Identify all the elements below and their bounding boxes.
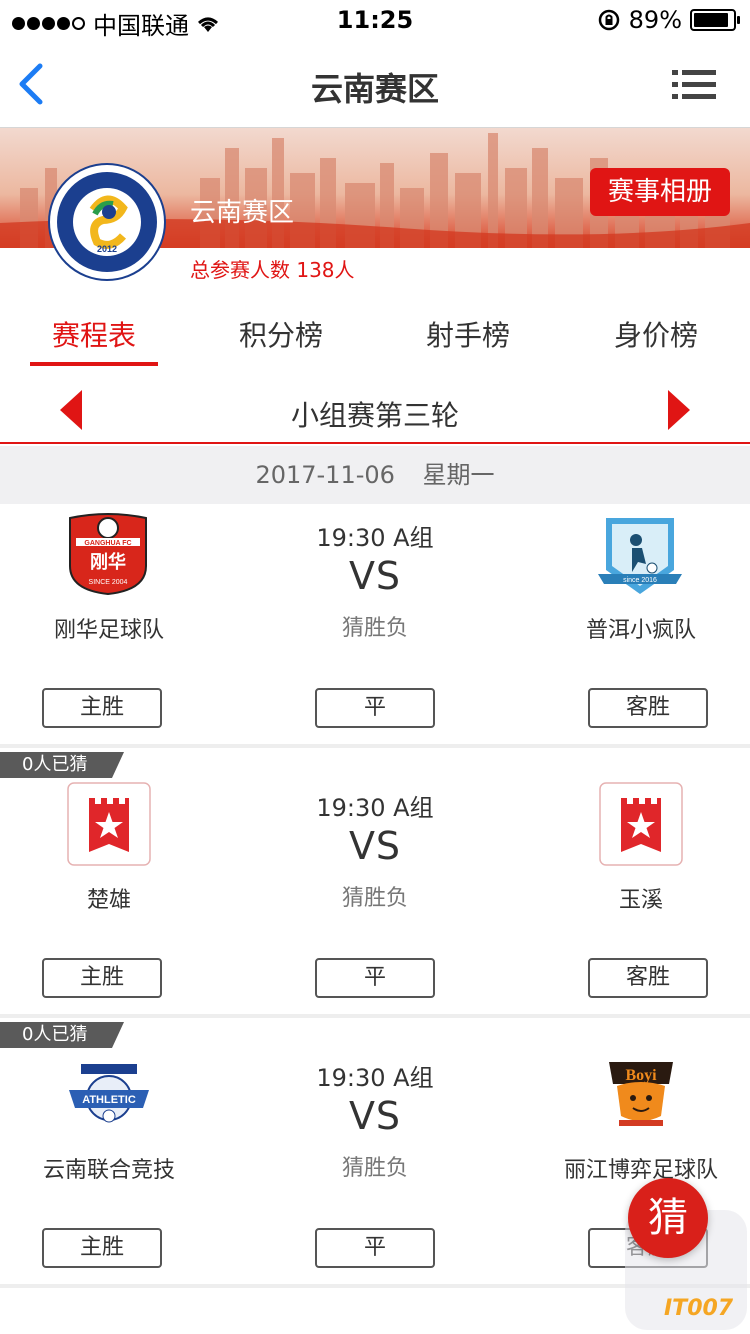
match-time-group: 19:30 A组 — [316, 794, 434, 822]
guess-count-badge: 0人已猜 — [0, 752, 124, 778]
battery-icon — [690, 9, 740, 31]
match-album-button[interactable]: 赛事相册 — [590, 168, 730, 216]
match-card: 0人已猜 楚雄 19:30 A组 VS 猜胜负 玉溪 主胜 平 客胜 — [0, 750, 750, 1014]
active-tab-indicator — [30, 362, 158, 366]
home-team-name: 刚华足球队 — [53, 618, 164, 643]
puer-team-logo: since 2016 — [598, 518, 682, 594]
yuxi-team-logo — [599, 782, 683, 866]
match-weekday: 星期一 — [422, 461, 495, 489]
date-header: 2017-11-06 星期一 — [0, 446, 750, 504]
guess-result-label: 猜胜负 — [341, 1156, 408, 1181]
watermark-text: IT007 — [664, 1296, 734, 1321]
zone-name: 云南赛区 — [190, 198, 295, 228]
navigation-bar: 云南赛区 — [0, 40, 750, 128]
vs-label: VS — [348, 554, 402, 598]
battery-percent: 89% — [628, 6, 682, 34]
rotation-lock-icon — [598, 9, 619, 31]
ganghua-fc-logo: GANGHUA FC 刚华 SINCE 2004 — [69, 513, 147, 596]
round-title: 小组赛第三轮 — [290, 399, 459, 432]
away-team-name: 丽江博弈足球队 — [563, 1158, 718, 1183]
match-divider — [0, 744, 750, 748]
bet-draw-button[interactable]: 平 — [315, 958, 435, 998]
svg-text:GANGHUA FC: GANGHUA FC — [84, 540, 131, 547]
away-team-name: 玉溪 — [618, 888, 663, 913]
bet-home-win-button[interactable]: 主胜 — [42, 958, 162, 998]
chuxiong-team-logo — [67, 782, 151, 866]
battery-area: 89% — [597, 6, 740, 34]
bet-away-win-button[interactable]: 客胜 — [588, 688, 708, 728]
svg-text:ATHLETIC: ATHLETIC — [82, 1094, 136, 1106]
yunnan-athletic-logo: ATHLETIC — [69, 1064, 149, 1123]
page: 中国联通 11:25 89% 云南赛区 2012 云南赛区 赛事相册 总参赛人数… — [0, 0, 750, 1334]
bet-home-win-button[interactable]: 主胜 — [42, 1228, 162, 1268]
tab-schedule[interactable]: 赛程表 — [24, 314, 164, 354]
away-team-name: 普洱小疯队 — [585, 618, 696, 643]
match-divider — [0, 1014, 750, 1018]
tab-bar: 赛程表 积分榜 射手榜 身价榜 — [0, 300, 750, 366]
svg-text:SINCE 2004: SINCE 2004 — [89, 579, 128, 586]
association-logo: 2012 — [48, 163, 166, 281]
guess-count-text: 0人已猜 — [22, 754, 88, 775]
bet-draw-button[interactable]: 平 — [315, 688, 435, 728]
guess-result-label: 猜胜负 — [341, 886, 408, 911]
match-time-group: 19:30 A组 — [316, 1064, 434, 1092]
svg-text:Boyi: Boyi — [625, 1067, 657, 1084]
guess-result-label: 猜胜负 — [341, 616, 408, 641]
vs-label: VS — [348, 1094, 402, 1138]
bet-home-win-button[interactable]: 主胜 — [42, 688, 162, 728]
svg-text:2012: 2012 — [97, 244, 117, 254]
match-time-group: 19:30 A组 — [316, 524, 434, 552]
floating-guess-button[interactable]: 猜 — [628, 1178, 708, 1258]
bet-draw-button[interactable]: 平 — [315, 1228, 435, 1268]
tab-values[interactable]: 身价榜 — [586, 314, 726, 354]
round-selector: 小组赛第三轮 — [0, 378, 750, 444]
status-bar: 中国联通 11:25 89% — [0, 0, 750, 40]
guess-count-text: 0人已猜 — [22, 1024, 88, 1045]
match-date: 2017-11-06 — [255, 461, 395, 489]
bet-away-win-button[interactable]: 客胜 — [588, 958, 708, 998]
next-round-icon[interactable] — [668, 390, 690, 430]
participants-count: 总参赛人数 138人 — [190, 258, 355, 282]
home-team-name: 云南联合竞技 — [42, 1158, 175, 1183]
svg-text:刚华: 刚华 — [90, 551, 126, 573]
menu-list-icon[interactable] — [672, 68, 716, 102]
tab-standings[interactable]: 积分榜 — [211, 314, 351, 354]
page-title: 云南赛区 — [310, 70, 439, 108]
lijiang-boyi-logo: Boyi — [609, 1062, 673, 1126]
vs-label: VS — [348, 824, 402, 868]
svg-text:since 2016: since 2016 — [623, 577, 657, 584]
home-team-name: 楚雄 — [86, 888, 131, 913]
guess-count-badge: 0人已猜 — [0, 1022, 124, 1048]
match-card: GANGHUA FC 刚华 SINCE 2004 刚华足球队 19:30 A组 … — [0, 504, 750, 744]
tab-scorers[interactable]: 射手榜 — [398, 314, 538, 354]
